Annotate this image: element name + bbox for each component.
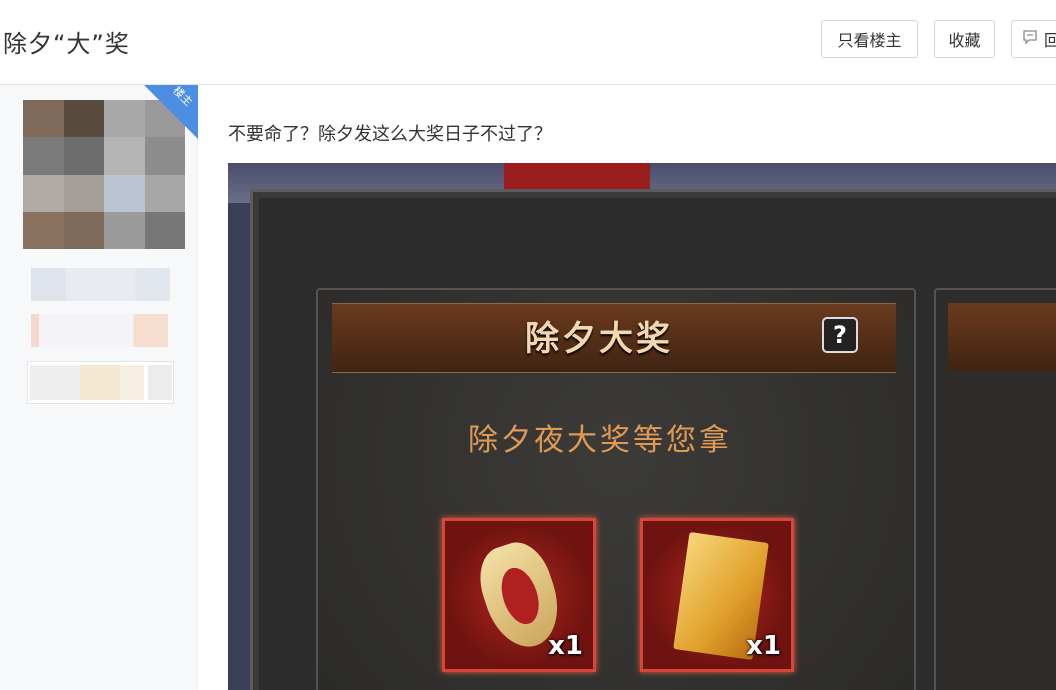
reply-label: 回 [1044,31,1056,50]
reward-item-scroll: x1 [640,518,794,672]
comment-icon [1022,29,1038,49]
author-sidebar: 楼主 [0,85,198,690]
reply-button[interactable]: 回 [1011,20,1056,58]
only-op-button[interactable]: 只看楼主 [821,20,918,58]
reward-qty: x1 [548,631,583,661]
post-text: 不要命了？除夕发这么大奖日子不过了？ [228,124,552,145]
help-icon: ? [822,317,858,353]
op-ribbon: 楼主 [144,85,198,139]
game-subtitle: 除夕夜大奖等您拿 [468,423,732,458]
thread-title: 除夕“大”奖 [3,30,130,58]
favorite-button[interactable]: 收藏 [934,20,995,58]
post-image[interactable]: 除夕大奖 ? 除夕夜大奖等您拿 x1 x1 [228,163,1056,690]
thread-header: 除夕“大”奖 只看楼主 收藏 回 [0,0,1056,85]
reward-item-badge: x1 [442,518,596,672]
user-level-blurred [31,314,168,347]
reward-qty: x1 [746,631,781,661]
game-panel-title: 除夕大奖 [525,319,673,359]
username-blurred [31,268,170,301]
user-badge-blurred [27,361,174,404]
